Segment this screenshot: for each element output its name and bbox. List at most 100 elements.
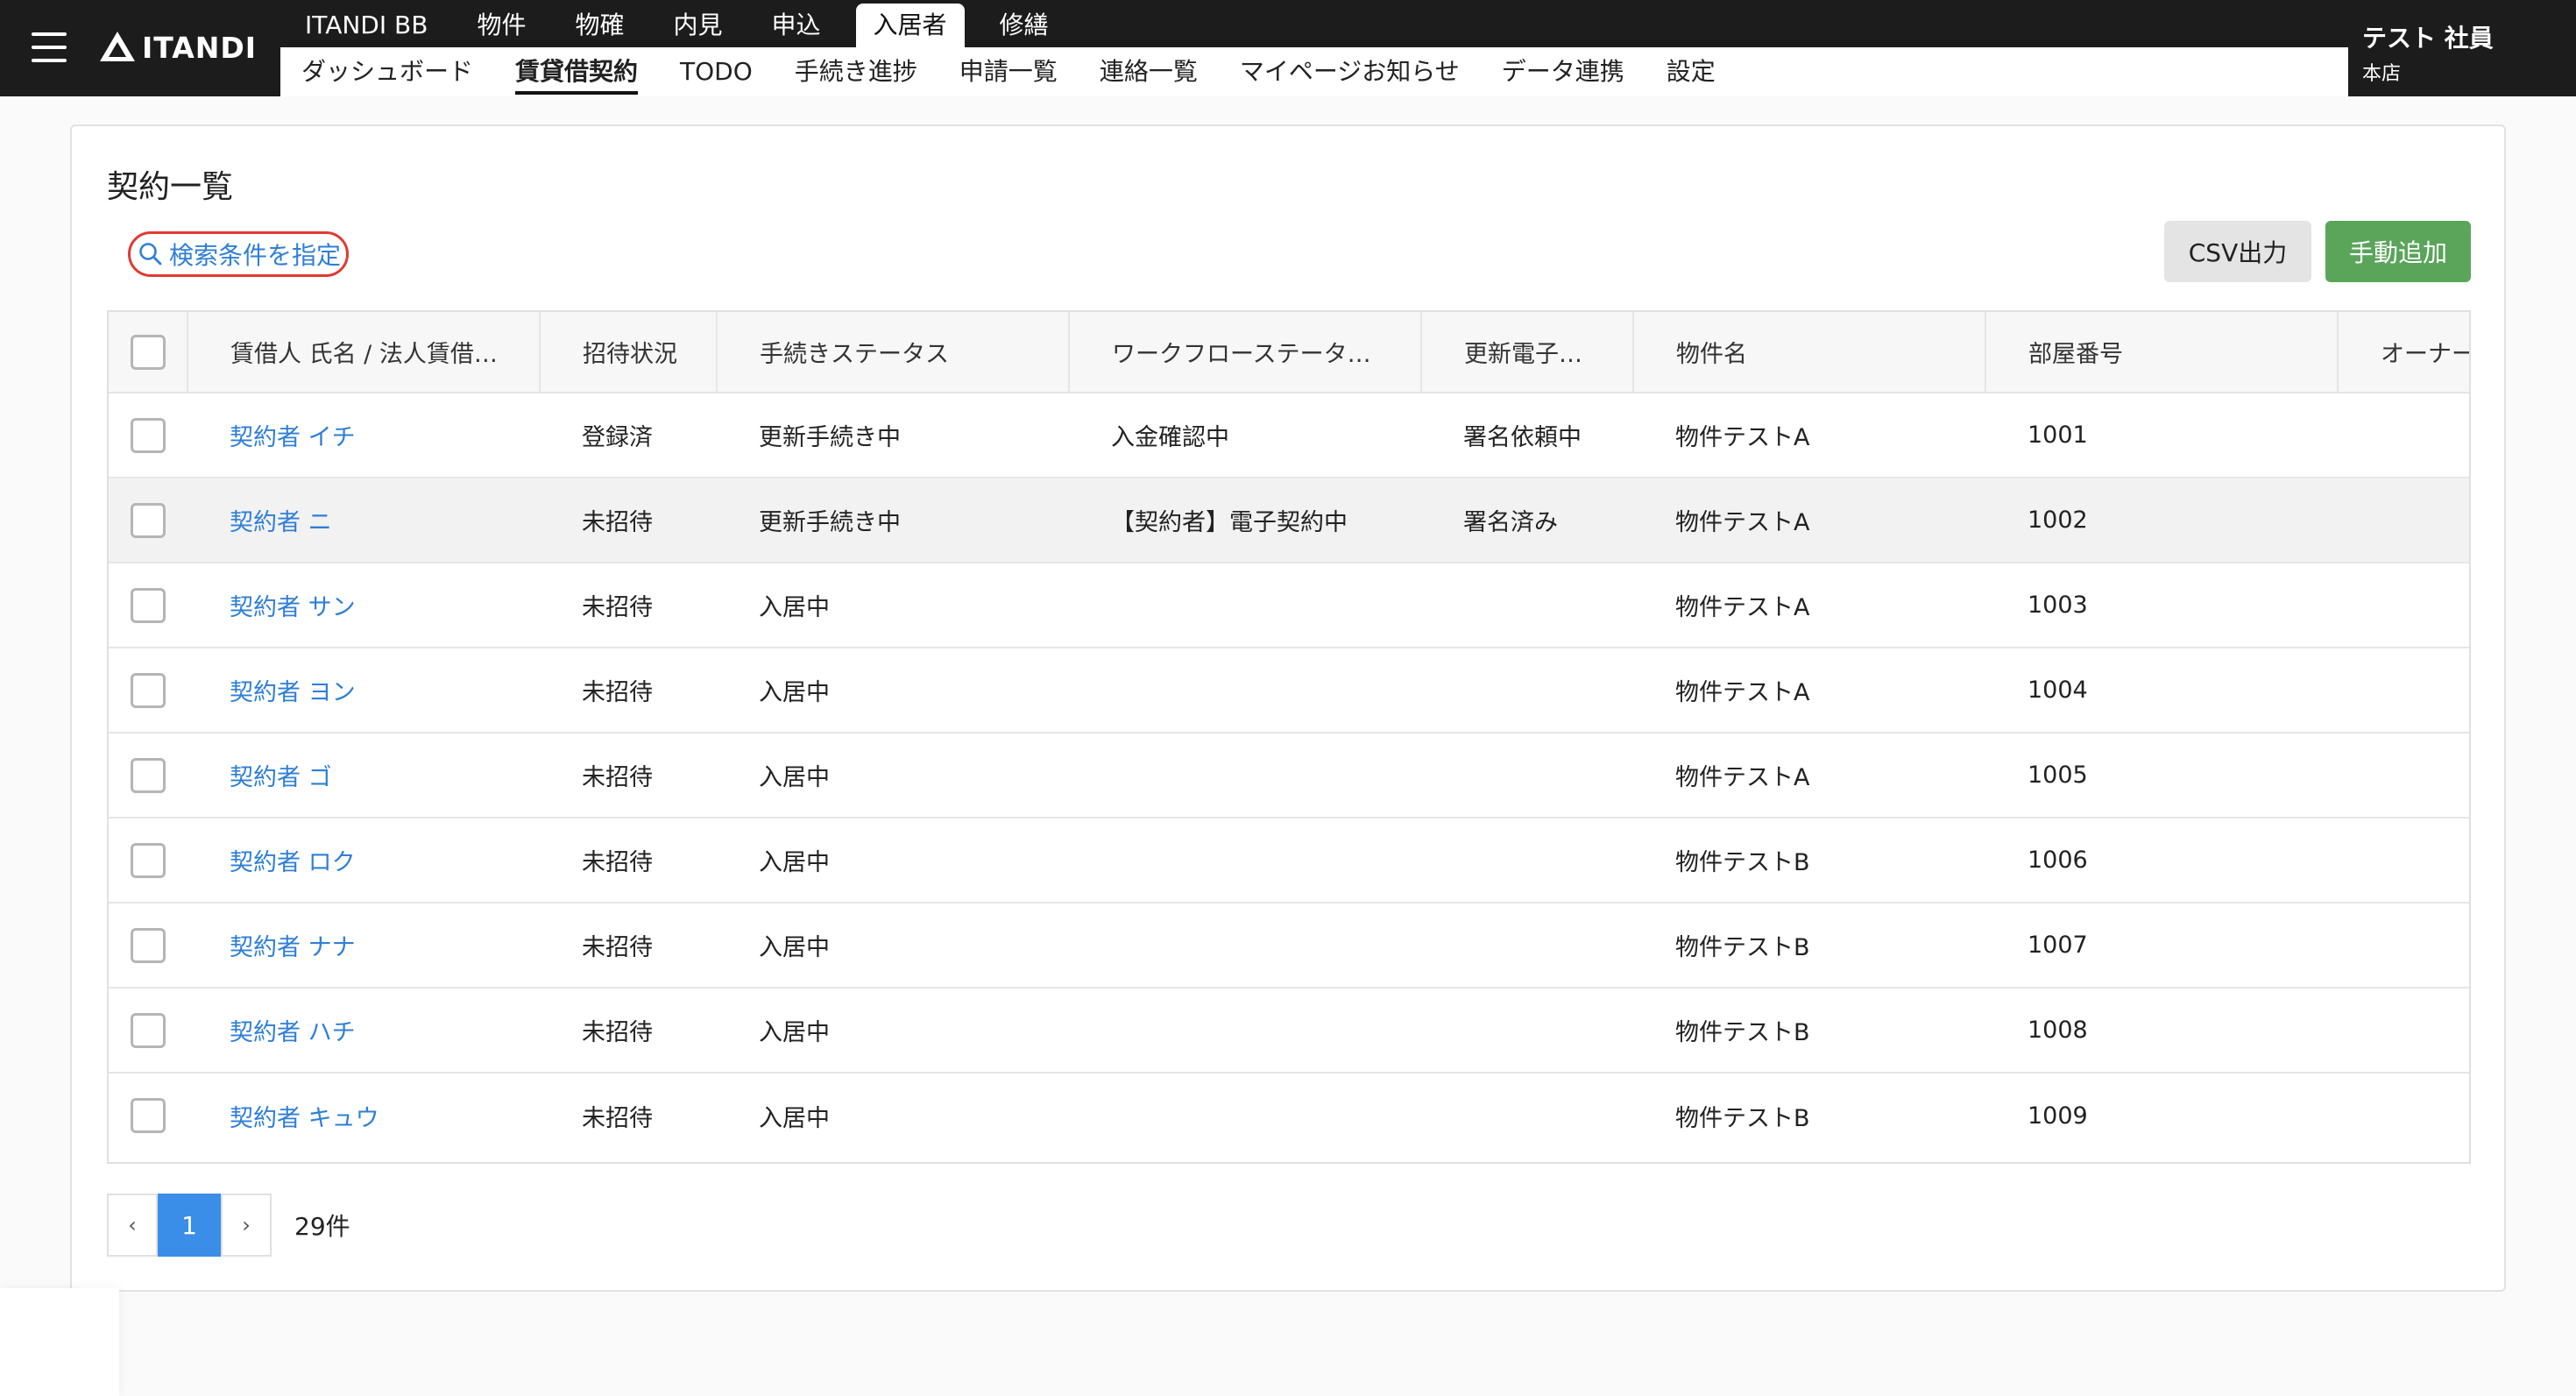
invite-status-cell: 未招待 [582,764,653,791]
manual-add-button[interactable]: 手動追加 [2325,221,2471,282]
invite-status-cell: 未招待 [582,1019,653,1046]
tenant-name-link[interactable]: 契約者 ニ [230,509,332,536]
procedure-status-cell: 入居中 [759,1104,830,1132]
table-row[interactable]: 契約者 イチ 登録済 更新手続き中 入金確認中 署名依頼中 物件テストA 100… [109,393,2469,478]
esign-status-cell [1421,563,1633,648]
property-name-cell: 物件テストA [1675,679,1810,706]
total-count: 29件 [294,1212,350,1241]
tenant-name-link[interactable]: 契約者 キュウ [230,1105,379,1132]
table-row[interactable]: 契約者 キュウ 未招待 入居中 物件テストB 1009 [109,1073,2469,1158]
tenant-name-link[interactable]: 契約者 ヨン [230,679,356,706]
workflow-status-cell [1069,648,1421,733]
tenant-name-link[interactable]: 契約者 イチ [230,424,356,451]
table-row[interactable]: 契約者 ナナ 未招待 入居中 物件テストB 1007 [109,903,2469,988]
page-1-button[interactable]: 1 [158,1194,221,1257]
subnav-lease-contracts[interactable]: 賃貸借契約 [494,47,659,96]
subnav-todo[interactable]: TODO [659,47,774,96]
topnav-bukken[interactable]: 物件 [452,4,550,47]
room-number-cell: 1004 [2028,677,2088,704]
subnav-requests[interactable]: 申請一覧 [938,47,1079,96]
subnav-procedure-progress[interactable]: 手続き進捗 [774,47,938,96]
col-header-property-name[interactable]: 物件名 [1633,312,1986,393]
search-icon [139,243,162,266]
property-name-cell: 物件テストA [1675,764,1810,791]
owner-cell [2338,393,2469,478]
next-page-button[interactable]: › [221,1194,272,1257]
topnav-itandi-bb[interactable]: ITANDI BB [280,4,452,47]
row-checkbox[interactable] [131,417,166,453]
property-name-cell: 物件テストB [1675,1104,1810,1132]
property-name-cell: 物件テストB [1675,934,1810,961]
top-navigation: ITANDI BB 物件 物確 内見 申込 入居者 修繕 [280,0,1073,47]
property-name-cell: 物件テストA [1675,509,1810,536]
prev-page-button[interactable]: ‹ [107,1194,158,1257]
tenant-name-link[interactable]: 契約者 サン [230,594,356,621]
procedure-status-cell: 入居中 [759,594,830,621]
row-checkbox[interactable] [131,1098,166,1133]
workflow-status-cell [1069,818,1421,903]
procedure-status-cell: 更新手続き中 [759,509,901,536]
topnav-moushikomi[interactable]: 申込 [747,4,845,47]
col-header-invite-status[interactable]: 招待状況 [540,312,718,393]
esign-status-cell: 署名済み [1463,509,1558,536]
contract-table-container[interactable]: 賃借人 氏名 / 法人賃借… 招待状況 手続きステータス ワークフローステータ…… [107,310,2471,1164]
table-row[interactable]: 契約者 ヨン 未招待 入居中 物件テストA 1004 [109,648,2469,733]
contract-list-card: 契約一覧 検索条件を指定 CSV出力 手動追加 賃借人 氏名 / 法人賃借… 招… [70,124,2506,1292]
property-name-cell: 物件テストA [1675,424,1810,451]
search-conditions-link[interactable]: 検索条件を指定 [128,231,350,277]
subnav-data-integration[interactable]: データ連携 [1481,47,1645,96]
table-row[interactable]: 契約者 ニ 未招待 更新手続き中 【契約者】電子契約中 署名済み 物件テストA … [109,478,2469,563]
invite-status-cell: 未招待 [582,934,653,961]
property-name-cell: 物件テストB [1675,1019,1810,1046]
user-branch: 本店 [2362,63,2402,85]
table-row[interactable]: 契約者 ゴ 未招待 入居中 物件テストA 1005 [109,733,2469,818]
user-menu[interactable]: テスト 社員 本店 [2348,0,2576,96]
topnav-bukkaku[interactable]: 物確 [550,4,648,47]
row-checkbox[interactable] [131,757,166,793]
tenant-name-link[interactable]: 契約者 ゴ [230,764,332,791]
subnav-messages[interactable]: 連絡一覧 [1079,47,1219,96]
esign-status-cell [1421,733,1633,818]
room-number-cell: 1005 [2028,762,2088,789]
procedure-status-cell: 更新手続き中 [759,424,901,451]
tenant-name-link[interactable]: 契約者 ロク [230,849,356,876]
row-checkbox[interactable] [131,842,166,878]
subnav-mypage-news[interactable]: マイページお知らせ [1219,47,1481,96]
hamburger-menu-icon[interactable] [32,32,67,62]
tenant-name-link[interactable]: 契約者 ハチ [230,1019,356,1046]
room-number-cell: 1002 [2028,507,2088,534]
col-header-workflow-status[interactable]: ワークフローステータ… [1069,312,1422,393]
select-all-checkbox[interactable] [130,334,166,370]
col-header-procedure-status[interactable]: 手続きステータス [717,312,1070,393]
col-header-renewal-esign[interactable]: 更新電子… [1421,312,1634,393]
row-checkbox[interactable] [131,927,166,963]
room-number-cell: 1007 [2028,932,2088,959]
csv-export-button[interactable]: CSV出力 [2164,221,2311,282]
row-checkbox[interactable] [131,502,166,538]
table-row[interactable]: 契約者 ロク 未招待 入居中 物件テストB 1006 [109,818,2469,903]
sub-navigation: ダッシュボード 賃貸借契約 TODO 手続き進捗 申請一覧 連絡一覧 マイページ… [280,47,2348,96]
row-checkbox[interactable] [131,587,166,623]
corner-panel [0,1288,119,1396]
owner-cell [2338,988,2469,1073]
topnav-naiken[interactable]: 内見 [648,4,747,47]
table-row[interactable]: 契約者 サン 未招待 入居中 物件テストA 1003 [109,563,2469,648]
table-row[interactable]: 契約者 ハチ 未招待 入居中 物件テストB 1008 [109,988,2469,1073]
subnav-dashboard[interactable]: ダッシュボード [280,47,494,96]
col-header-room-number[interactable]: 部屋番号 [1985,312,2339,393]
procedure-status-cell: 入居中 [759,849,830,876]
topnav-shuzen[interactable]: 修繕 [975,4,1073,47]
esign-status-cell [1421,988,1633,1073]
row-checkbox[interactable] [131,672,166,708]
row-checkbox[interactable] [131,1012,166,1048]
procedure-status-cell: 入居中 [759,764,830,791]
itandi-logo[interactable]: ITANDI [98,26,257,68]
tenant-name-link[interactable]: 契約者 ナナ [230,934,356,961]
subnav-settings[interactable]: 設定 [1645,47,1737,96]
col-header-tenant-name[interactable]: 賃借人 氏名 / 法人賃借… [188,312,541,393]
esign-status-cell [1421,648,1633,733]
col-header-owner[interactable]: オーナー [2338,312,2469,393]
procedure-status-cell: 入居中 [759,1019,830,1046]
user-name: テスト 社員 [2362,24,2494,53]
topnav-nyukyosha[interactable]: 入居者 [855,4,965,47]
